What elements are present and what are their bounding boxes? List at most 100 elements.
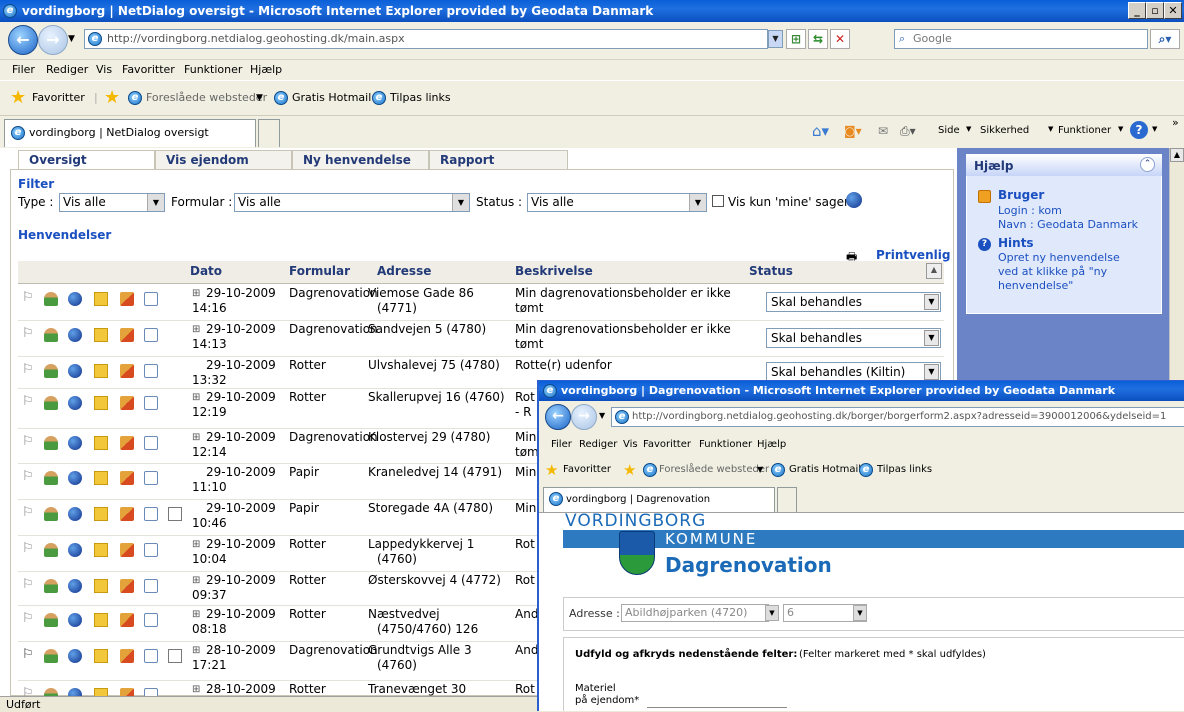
overlay-tab-active[interactable]: e vordingborg | Dagrenovation	[543, 487, 775, 512]
expand-icon[interactable]: ⊞	[192, 322, 200, 337]
menu-file[interactable]: Filer	[12, 60, 35, 80]
house-icon[interactable]	[120, 396, 134, 410]
expand-icon[interactable]: ⊞	[192, 286, 200, 301]
fav-link-hotmail[interactable]: Gratis Hotmail	[789, 456, 861, 484]
note-icon[interactable]	[94, 364, 108, 378]
globe-icon[interactable]	[68, 507, 82, 521]
expand-icon[interactable]: ⊞	[192, 390, 200, 405]
mail-icon[interactable]: ✉	[878, 124, 888, 138]
fav-link-suggested[interactable]: Foreslåede websteder	[659, 456, 769, 484]
table-row[interactable]: ⚐ ⊞ 29-10-2009 14:13 Dagrenovation Sandvejen …	[18, 320, 944, 357]
add-favorite-icon[interactable]: ★	[623, 456, 636, 484]
favorites-button[interactable]: Favoritter	[32, 81, 85, 115]
minimize-button[interactable]: _	[1128, 2, 1146, 19]
globe-icon[interactable]	[68, 579, 82, 593]
flag-icon[interactable]: ⚐	[22, 577, 34, 592]
document-icon[interactable]	[168, 507, 182, 521]
house-icon[interactable]	[120, 613, 134, 627]
col-beskrivelse[interactable]: Beskrivelse	[515, 264, 593, 278]
address-dropdown-icon[interactable]: ▼	[768, 30, 783, 48]
flag-icon[interactable]: ⚐	[22, 362, 34, 377]
expand-icon[interactable]: ⊞	[192, 682, 200, 697]
menu-tools[interactable]: Funktioner	[699, 434, 752, 456]
flag-icon[interactable]: ⚐	[22, 505, 34, 520]
globe-icon[interactable]	[68, 613, 82, 627]
menu-edit[interactable]: Rediger	[579, 434, 617, 456]
person-icon[interactable]	[44, 507, 58, 521]
expand-icon[interactable]: ⊞	[192, 430, 200, 445]
comment-icon[interactable]	[144, 579, 158, 593]
expand-icon[interactable]: ⊞	[192, 573, 200, 588]
house-icon[interactable]	[120, 364, 134, 378]
tab-rapport[interactable]: Rapport	[429, 150, 568, 170]
overlay-title-bar[interactable]: e vordingborg | Dagrenovation - Microsof…	[539, 381, 1184, 401]
type-select[interactable]: Vis alle ▼	[59, 193, 165, 212]
person-icon[interactable]	[44, 649, 58, 663]
person-icon[interactable]	[44, 543, 58, 557]
comment-icon[interactable]	[144, 364, 158, 378]
globe-icon[interactable]	[68, 364, 82, 378]
overlay-address-input[interactable]: e http://vordingborg.netdialog.geohostin…	[611, 407, 1184, 427]
col-status[interactable]: Status	[749, 264, 793, 278]
note-icon[interactable]	[94, 579, 108, 593]
note-icon[interactable]	[94, 543, 108, 557]
note-icon[interactable]	[94, 507, 108, 521]
safety-menu[interactable]: Sikkerhed	[980, 125, 1029, 136]
house-icon[interactable]	[120, 292, 134, 306]
flag-icon[interactable]: ⚐	[22, 647, 34, 662]
favorites-button[interactable]: Favoritter	[563, 456, 611, 484]
table-row[interactable]: ⚐ ⊞ 29-10-2009 14:16 Dagrenovation Viemose Ga…	[18, 284, 944, 321]
note-icon[interactable]	[94, 649, 108, 663]
comment-icon[interactable]	[144, 507, 158, 521]
note-icon[interactable]	[94, 471, 108, 485]
menu-help[interactable]: Hjælp	[757, 434, 786, 456]
row-status-select[interactable]: Skal behandles ▼	[766, 328, 941, 348]
window-title-bar[interactable]: e vordingborg | NetDialog oversigt - Mic…	[0, 0, 1184, 22]
person-icon[interactable]	[44, 292, 58, 306]
fav-dropdown-icon[interactable]: ▼	[757, 456, 763, 484]
new-tab-button[interactable]	[777, 487, 797, 512]
status-select[interactable]: Vis alle ▼	[527, 193, 707, 212]
house-icon[interactable]	[120, 543, 134, 557]
expand-icon[interactable]: ⊞	[192, 537, 200, 552]
comment-icon[interactable]	[144, 543, 158, 557]
tab-oversigt[interactable]: Oversigt	[18, 150, 155, 170]
menu-view[interactable]: Vis	[96, 60, 112, 80]
col-formular[interactable]: Formular	[289, 264, 350, 278]
flag-icon[interactable]: ⚐	[22, 611, 34, 626]
globe-icon[interactable]	[68, 543, 82, 557]
browser-tab-active[interactable]: e vordingborg | NetDialog oversigt	[4, 119, 256, 147]
comment-icon[interactable]	[144, 471, 158, 485]
tab-ny-henvendelse[interactable]: Ny henvendelse	[292, 150, 429, 170]
expand-icon[interactable]: ⊞	[192, 643, 200, 658]
house-icon[interactable]	[120, 579, 134, 593]
globe-icon[interactable]	[68, 649, 82, 663]
menu-file[interactable]: Filer	[551, 434, 572, 456]
back-icon[interactable]: ←	[545, 404, 571, 430]
globe-icon[interactable]	[846, 192, 862, 208]
address-input[interactable]: e http://vordingborg.netdialog.geohostin…	[84, 29, 768, 49]
back-icon[interactable]: ←	[8, 25, 38, 55]
person-icon[interactable]	[44, 436, 58, 450]
col-adresse[interactable]: Adresse	[377, 264, 431, 278]
add-favorite-icon[interactable]: ★	[104, 81, 120, 115]
forward-icon[interactable]: →	[571, 404, 597, 430]
person-icon[interactable]	[44, 471, 58, 485]
person-icon[interactable]	[44, 328, 58, 342]
row-status-select[interactable]: Skal behandles ▼	[766, 292, 941, 312]
print-icon[interactable]: ⎙▾	[900, 124, 916, 139]
nav-history-dropdown-icon[interactable]: ▼	[68, 34, 75, 44]
person-icon[interactable]	[44, 364, 58, 378]
comment-icon[interactable]	[144, 396, 158, 410]
house-icon[interactable]	[120, 471, 134, 485]
menu-tools[interactable]: Funktioner	[184, 60, 242, 80]
comment-icon[interactable]	[144, 613, 158, 627]
compat-view-icon[interactable]: ⊞	[786, 29, 806, 49]
fav-link-suggested[interactable]: Foreslåede websteder	[146, 81, 267, 115]
scroll-up-icon[interactable]: ▲	[926, 263, 942, 279]
flag-icon[interactable]: ⚐	[22, 326, 34, 341]
new-tab-button[interactable]	[258, 119, 280, 147]
print-link[interactable]: Printvenlig	[876, 248, 950, 262]
chevron-more-icon[interactable]: »	[1172, 116, 1179, 129]
flag-icon[interactable]: ⚐	[22, 290, 34, 305]
